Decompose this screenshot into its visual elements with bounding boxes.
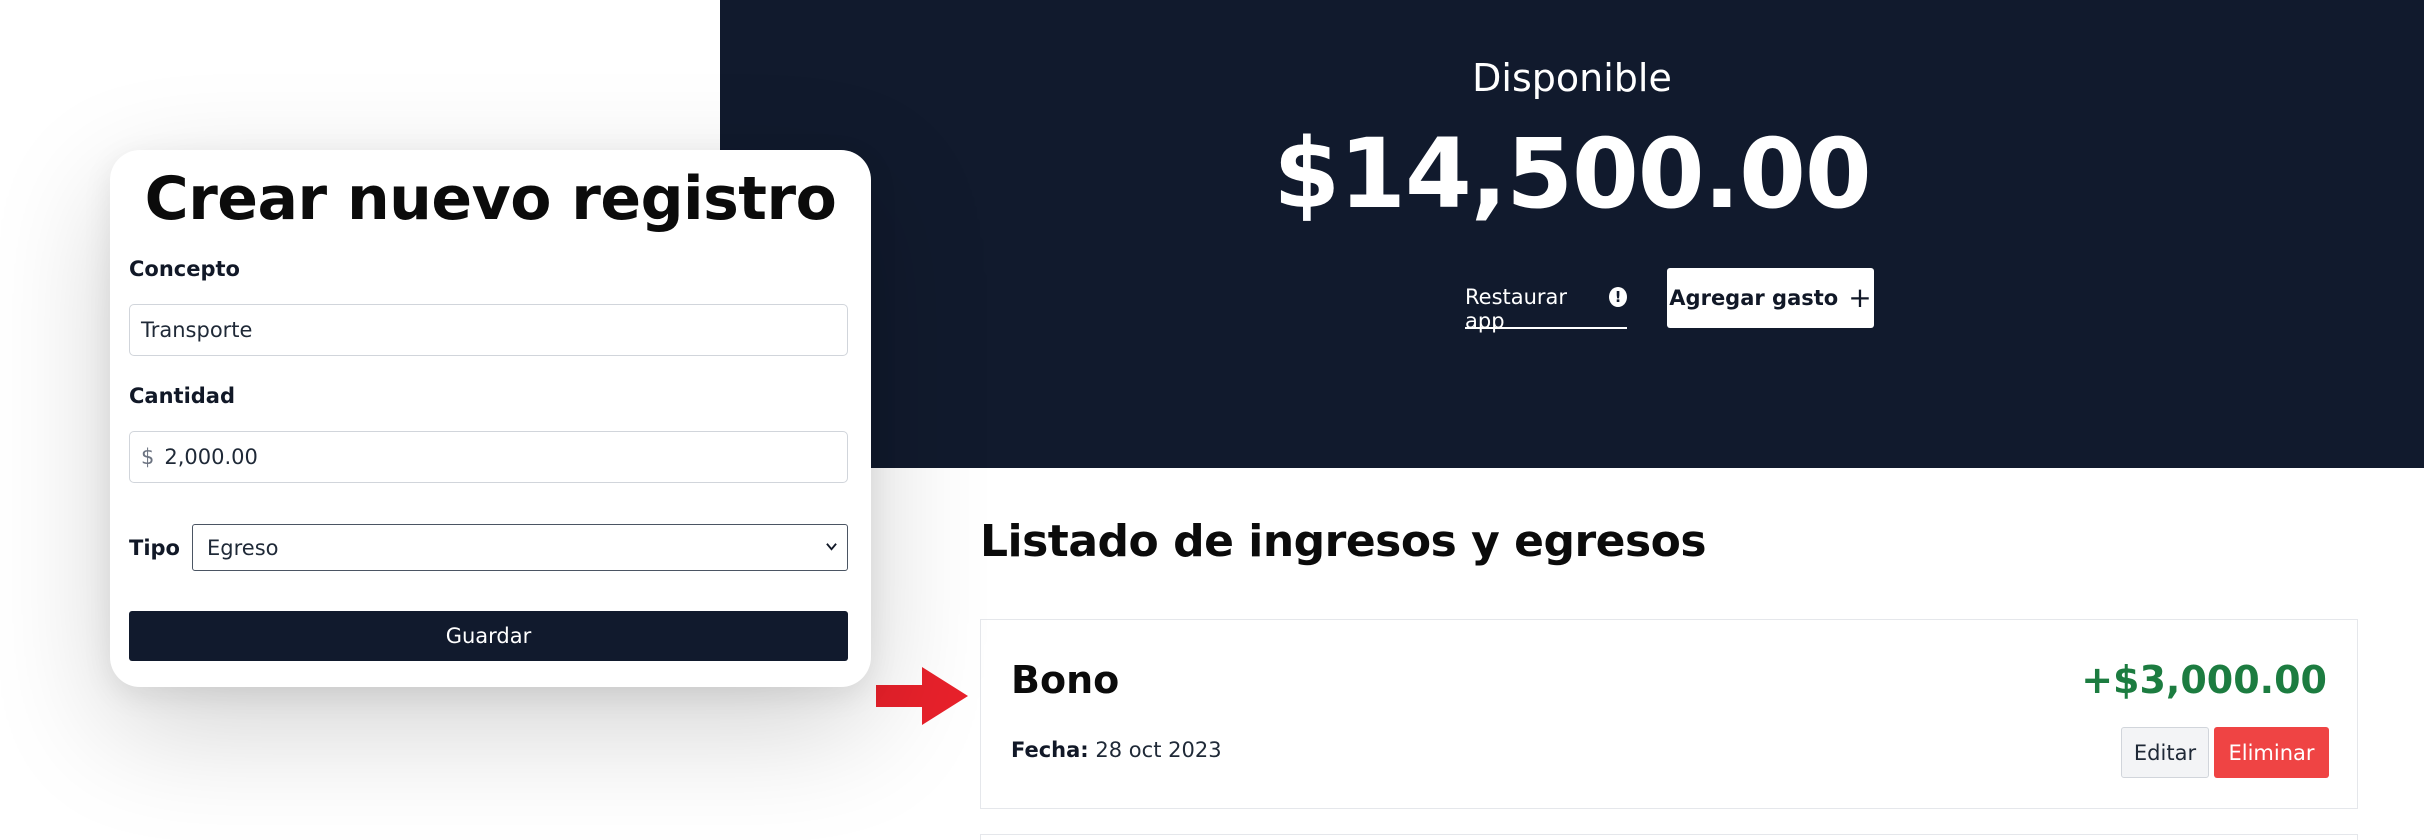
- date-label: Fecha:: [1011, 738, 1089, 762]
- restore-app-link[interactable]: Restaurar app !: [1465, 283, 1627, 333]
- concepto-value: Transporte: [141, 318, 253, 342]
- item-amount: +$3,000.00: [2081, 658, 2327, 702]
- concepto-label: Concepto: [129, 257, 240, 281]
- plus-icon: +: [1848, 281, 1872, 314]
- chevron-down-icon: [826, 543, 837, 551]
- form-title: Crear nuevo registro: [144, 164, 837, 234]
- item-name: Bono: [1011, 658, 1120, 702]
- available-amount: $14,500.00: [1273, 118, 1871, 230]
- list-item-partial: [980, 834, 2358, 840]
- add-expense-label: Agregar gasto: [1669, 286, 1839, 310]
- available-label: Disponible: [1472, 56, 1672, 100]
- cantidad-value: 2,000.00: [164, 445, 258, 469]
- summary-header: Disponible $14,500.00 Restaurar app ! Ag…: [720, 0, 2424, 468]
- cantidad-input[interactable]: $ 2,000.00: [129, 431, 848, 483]
- arrow-right-icon: [876, 667, 968, 725]
- save-button[interactable]: Guardar: [129, 611, 848, 661]
- cantidad-label: Cantidad: [129, 384, 236, 408]
- list-item: Bono +$3,000.00 Fecha: 28 oct 2023 Edita…: [980, 619, 2358, 809]
- item-date: Fecha: 28 oct 2023: [1011, 738, 1222, 762]
- date-value: 28 oct 2023: [1095, 738, 1222, 762]
- listing-title: Listado de ingresos y egresos: [980, 516, 1707, 567]
- add-expense-button[interactable]: Agregar gasto +: [1667, 268, 1874, 328]
- currency-symbol: $: [141, 445, 155, 469]
- restore-app-label: Restaurar app: [1465, 285, 1568, 333]
- info-circle-icon: !: [1609, 287, 1627, 307]
- delete-button[interactable]: Eliminar: [2214, 727, 2329, 778]
- tipo-select[interactable]: Egreso: [192, 524, 848, 571]
- new-record-form: Crear nuevo registro Concepto Transporte…: [110, 150, 871, 687]
- edit-button[interactable]: Editar: [2121, 727, 2209, 778]
- concepto-input[interactable]: Transporte: [129, 304, 848, 356]
- tipo-value: Egreso: [207, 535, 279, 560]
- tipo-label: Tipo: [129, 536, 180, 560]
